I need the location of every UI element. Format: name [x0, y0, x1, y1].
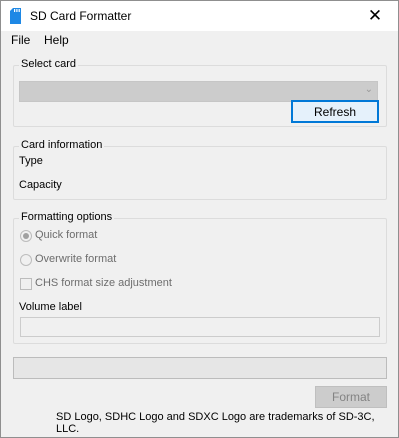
format-button[interactable]: Format — [315, 386, 387, 408]
overwrite-format-radio[interactable] — [20, 254, 32, 266]
select-card-group: Select card ⌄ Refresh — [13, 58, 387, 127]
formatting-options-legend: Formatting options — [19, 211, 115, 223]
type-label: Type — [19, 155, 43, 167]
window-title: SD Card Formatter — [30, 9, 132, 23]
refresh-button[interactable]: Refresh — [291, 100, 379, 123]
close-icon: ✕ — [367, 6, 383, 25]
capacity-label: Capacity — [19, 179, 62, 191]
trademark-notice: SD Logo, SDHC Logo and SDXC Logo are tra… — [56, 411, 375, 435]
formatting-options-group: Formatting options Quick format Overwrit… — [13, 211, 387, 344]
format-progress-bar — [13, 357, 387, 379]
sd-card-icon — [10, 8, 21, 24]
volume-label-input[interactable] — [20, 317, 380, 337]
sd-card-formatter-window: SD Card Formatter ✕ File Help Select car… — [0, 0, 399, 438]
quick-format-label: Quick format — [35, 229, 98, 241]
card-select-dropdown[interactable]: ⌄ — [19, 81, 378, 102]
menu-help[interactable]: Help — [44, 33, 69, 47]
menu-bar: File Help — [1, 31, 398, 51]
select-card-legend: Select card — [19, 58, 79, 70]
quick-format-radio[interactable] — [20, 230, 32, 242]
card-information-group: Card information Type Capacity — [13, 139, 387, 200]
menu-file[interactable]: File — [11, 33, 30, 47]
close-button[interactable]: ✕ — [352, 1, 398, 31]
volume-label-caption: Volume label — [19, 301, 82, 313]
chs-adjustment-label: CHS format size adjustment — [35, 277, 172, 289]
overwrite-format-label: Overwrite format — [35, 253, 117, 265]
chevron-down-icon: ⌄ — [364, 84, 373, 95]
card-information-legend: Card information — [19, 139, 105, 151]
title-bar[interactable]: SD Card Formatter ✕ — [1, 1, 398, 31]
chs-adjustment-checkbox[interactable] — [20, 278, 32, 290]
